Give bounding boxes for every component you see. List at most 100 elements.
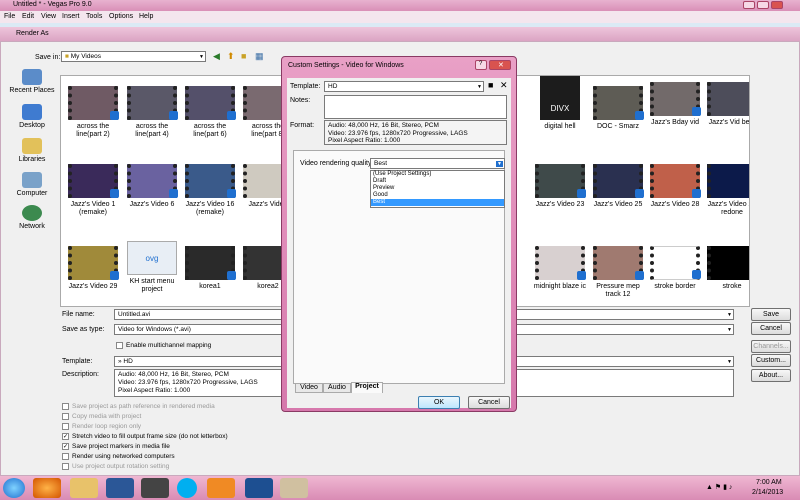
video-thumbnail <box>127 86 178 120</box>
place-network[interactable]: Network <box>6 205 58 230</box>
app-icon[interactable] <box>141 478 169 498</box>
tab-project[interactable]: Project <box>351 382 383 393</box>
file-item[interactable]: across the line(part 6) <box>181 86 239 139</box>
quality-option-selected[interactable]: Best <box>371 199 504 206</box>
desktop-icon <box>22 104 42 120</box>
help-button[interactable]: ? <box>475 60 487 70</box>
explorer-icon[interactable] <box>70 478 98 498</box>
file-label: Jazz's Bday vid <box>650 119 700 126</box>
file-item[interactable]: Jazz's Vid beta <box>703 82 750 127</box>
back-icon[interactable]: ◀ <box>213 51 220 62</box>
minimize-button[interactable] <box>743 1 755 9</box>
about-button[interactable]: About... <box>751 369 791 382</box>
menu-insert[interactable]: Insert <box>62 13 80 20</box>
channels-button[interactable]: Channels... <box>751 340 791 353</box>
file-item[interactable]: Pressure mep track 12 <box>589 246 647 299</box>
menu-edit[interactable]: Edit <box>22 13 34 20</box>
quality-option[interactable]: Preview <box>371 185 504 192</box>
save-button[interactable]: Save <box>751 308 791 321</box>
notes-input[interactable] <box>324 95 507 119</box>
multichannel-checkbox[interactable]: Enable multichannel mapping <box>116 342 211 349</box>
option-loop-region[interactable]: Render loop region only <box>62 423 141 430</box>
media-player-icon[interactable] <box>207 478 235 498</box>
quality-option[interactable]: Draft <box>371 178 504 185</box>
close-icon: ✕ <box>498 62 504 69</box>
option-stretch-video[interactable]: ✓ Stretch video to fill output frame size… <box>62 433 228 440</box>
delete-template-icon[interactable]: ✕ <box>500 80 508 91</box>
photoshop-icon[interactable] <box>245 478 273 498</box>
quality-label: Video rendering quality: <box>300 160 374 167</box>
maximize-button[interactable] <box>757 1 769 9</box>
custom-template-dropdown[interactable]: HD ▼ <box>324 81 484 92</box>
file-item[interactable]: stroke border <box>646 246 704 291</box>
play-icon <box>227 271 236 280</box>
menu-tools[interactable]: Tools <box>86 13 102 20</box>
firefox-icon[interactable] <box>33 478 61 498</box>
file-label: across the line(part 2) <box>76 123 110 138</box>
file-item[interactable]: Jazz's Video 16 (remake) <box>181 164 239 217</box>
tab-video[interactable]: Video <box>295 383 323 393</box>
save-in-dropdown[interactable]: ■ My Videos ▼ <box>61 51 206 62</box>
option-save-markers[interactable]: ✓ Save project markers in media file <box>62 443 170 450</box>
tray-icons[interactable]: ▲ ⚑ ▮ ♪ <box>706 483 732 491</box>
option-label: Stretch video to fill output frame size … <box>72 433 228 441</box>
quality-option[interactable]: (Use Project Settings) <box>371 171 504 178</box>
menu-options[interactable]: Options <box>109 13 133 20</box>
file-label: Jazz's Vid beta <box>708 119 750 126</box>
file-item[interactable]: Jazz's Video 6 <box>123 164 181 209</box>
quality-option[interactable]: Good <box>371 192 504 199</box>
format-line: Pixel Aspect Ratio: 1.000 <box>328 137 401 144</box>
custom-button[interactable]: Custom... <box>751 354 791 367</box>
new-folder-icon[interactable]: ■ <box>241 51 246 61</box>
place-computer[interactable]: Computer <box>6 172 58 197</box>
file-item[interactable]: stroke <box>703 246 749 291</box>
clock-time[interactable]: 7:00 AM <box>756 479 782 486</box>
clock-date[interactable]: 2/14/2013 <box>752 489 783 496</box>
tab-audio[interactable]: Audio <box>323 383 351 393</box>
menu-help[interactable]: Help <box>139 13 153 20</box>
divx-icon: DIVX <box>540 76 580 120</box>
cancel-button[interactable]: Cancel <box>751 322 791 335</box>
start-button[interactable] <box>3 478 25 498</box>
file-item[interactable]: korea1 <box>181 246 239 291</box>
word-icon[interactable] <box>106 478 134 498</box>
dialog-cancel-button[interactable]: Cancel <box>468 396 510 409</box>
skype-icon[interactable] <box>177 478 197 498</box>
option-copy-media[interactable]: Copy media with project <box>62 413 141 420</box>
file-item[interactable]: DIVX digital hell <box>531 76 589 131</box>
option-networked[interactable]: Render using networked computers <box>62 453 175 460</box>
option-rotation[interactable]: Use project output rotation setting <box>62 463 169 470</box>
menu-file[interactable]: File <box>4 13 15 20</box>
file-item[interactable]: Jazz's Video 25 <box>589 164 647 209</box>
quality-options-list[interactable]: (Use Project Settings) Draft Preview Goo… <box>370 170 505 208</box>
dialog-close-button[interactable]: ✕ <box>489 60 511 70</box>
file-label: KH start menu project <box>129 278 175 293</box>
file-item[interactable]: across the line(part 2) <box>64 86 122 139</box>
file-item[interactable]: across the line(part 4) <box>123 86 181 139</box>
ok-button[interactable]: OK <box>418 396 460 409</box>
template-label: Template: <box>290 83 321 90</box>
play-icon <box>169 189 178 198</box>
file-item[interactable]: DOC - Smarz <box>589 86 647 131</box>
file-item[interactable]: ovg KH start menu project <box>123 241 181 294</box>
file-item[interactable]: Jazz's Bday vid <box>646 82 704 127</box>
menu-view[interactable]: View <box>41 13 56 20</box>
file-item[interactable]: Jazz's Video 1 (remake) <box>64 164 122 217</box>
place-desktop[interactable]: Desktop <box>6 104 58 129</box>
option-path-reference[interactable]: Save project as path reference in render… <box>62 403 215 410</box>
view-menu-icon[interactable]: ▦ <box>255 51 264 62</box>
file-item[interactable]: Jazz's Video 29 <box>64 246 122 291</box>
place-recent[interactable]: Recent Places <box>6 69 58 94</box>
save-template-icon[interactable]: ■ <box>488 80 493 90</box>
place-libraries[interactable]: Libraries <box>6 138 58 163</box>
paint-icon[interactable] <box>280 478 308 498</box>
file-item[interactable]: Jazz's Video 29 redone <box>703 164 749 217</box>
close-button[interactable] <box>771 1 783 9</box>
up-folder-icon[interactable]: ⬆ <box>227 51 235 62</box>
quality-dropdown[interactable]: Best ▼ <box>370 158 505 169</box>
play-icon <box>635 189 644 198</box>
file-item[interactable]: Jazz's Video 28 <box>646 164 704 209</box>
file-item[interactable]: midnight blaze ic <box>531 246 589 291</box>
file-label: Jazz's Video 1 (remake) <box>70 201 116 216</box>
file-item[interactable]: Jazz's Video 23 <box>531 164 589 209</box>
